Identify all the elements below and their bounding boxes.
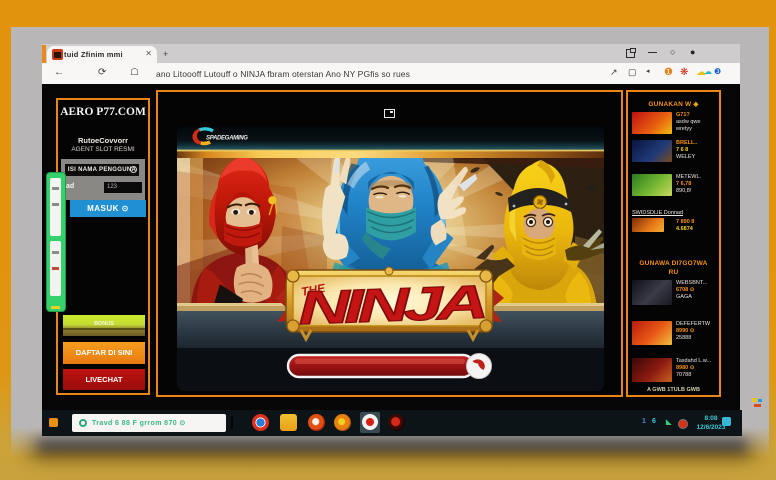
svg-text:SPADEGAMING: SPADEGAMING	[206, 136, 248, 142]
svg-text:NINJA: NINJA	[298, 275, 485, 334]
